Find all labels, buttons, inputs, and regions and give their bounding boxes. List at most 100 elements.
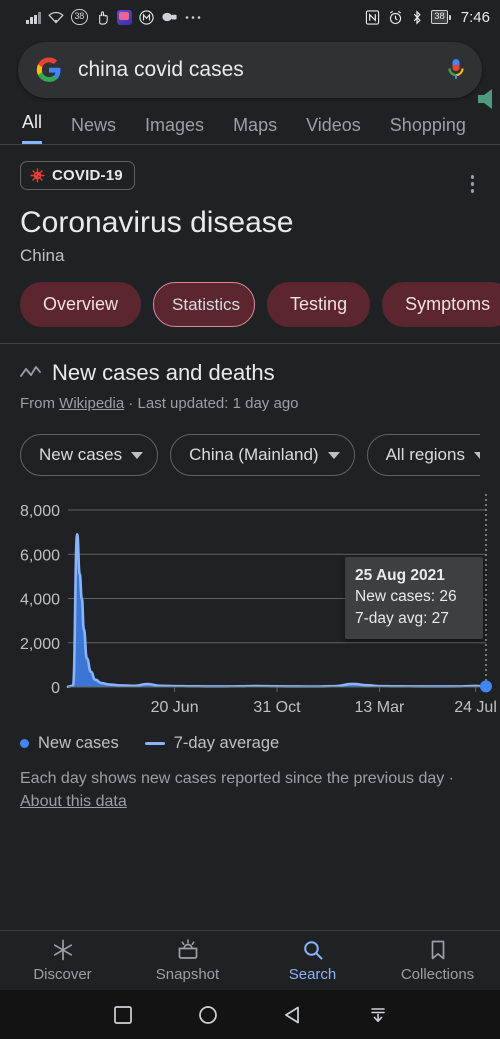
source-link-wikipedia[interactable]: Wikipedia: [59, 395, 124, 412]
knowledge-panel-header: COVID-19 Coronavirus disease China: [0, 145, 500, 266]
source-prefix: From: [20, 395, 60, 412]
chart-source-line: From Wikipedia · Last updated: 1 day ago: [20, 395, 480, 412]
tooltip-new-cases: New cases: 26: [355, 588, 457, 606]
chart-filter-row: New cases China (Mainland) All regions: [20, 434, 480, 476]
nav-collections[interactable]: Collections: [375, 938, 500, 983]
legend-label-seven-day-average: 7-day average: [173, 734, 280, 752]
nav-search-label: Search: [288, 966, 337, 983]
alarm-icon: [388, 10, 403, 25]
search-bar[interactable]: china covid cases: [18, 42, 482, 98]
tooltip-date: 25 Aug 2021: [355, 567, 445, 584]
chart-footnote: Each day shows new cases reported since …: [0, 753, 500, 813]
chart-tooltip: 25 Aug 2021 New cases: 26 7-day avg: 27: [345, 557, 483, 640]
tab-maps[interactable]: Maps: [233, 115, 277, 144]
nfc-icon: [365, 9, 380, 25]
chart-card: New cases and deaths From Wikipedia · La…: [0, 344, 500, 476]
covid-badge-label: COVID-19: [52, 167, 123, 184]
svg-text:4,000: 4,000: [20, 592, 60, 609]
svg-text:20 Jun: 20 Jun: [151, 699, 199, 716]
volume-speaker-icon: [476, 86, 498, 112]
nav-snapshot[interactable]: Snapshot: [125, 938, 250, 983]
svg-text:31 Oct: 31 Oct: [253, 699, 301, 716]
tab-videos[interactable]: Videos: [306, 115, 361, 144]
search-input[interactable]: china covid cases: [78, 58, 446, 82]
select-region[interactable]: All regions: [366, 434, 480, 476]
chip-overview[interactable]: Overview: [20, 282, 142, 327]
search-magnifier-icon: [301, 938, 325, 962]
nav-search[interactable]: Search: [250, 938, 375, 983]
chip-testing[interactable]: Testing: [267, 282, 371, 327]
last-updated-text: · Last updated: 1 day ago: [124, 395, 299, 412]
nav-collections-label: Collections: [400, 966, 475, 983]
status-bar-clock: 7:46: [460, 8, 490, 26]
legend-dot-icon: [20, 739, 29, 748]
snapshot-icon: [176, 938, 200, 962]
status-bar-left-icons: 38: [26, 9, 365, 25]
svg-text:0: 0: [51, 680, 60, 697]
phone-screen: 38 38 7:46 china covid cases All News Im…: [0, 0, 500, 1039]
select-country-label: China (Mainland): [189, 445, 319, 464]
more-icon: [185, 15, 201, 20]
trendline-icon: [20, 365, 42, 381]
svg-text:24 Jul: 24 Jul: [454, 699, 497, 716]
tooltip-seven-day-avg: 7-day avg: 27: [355, 609, 449, 627]
page-title: Coronavirus disease: [20, 206, 294, 239]
tab-shopping[interactable]: Shopping: [390, 115, 466, 144]
home-button[interactable]: [188, 995, 228, 1035]
chevron-down-icon: [473, 451, 480, 459]
virus-icon: [30, 168, 45, 183]
page-subtitle: China: [20, 246, 65, 265]
legend-item-new-cases: New cases: [20, 734, 119, 753]
nav-discover-label: Discover: [33, 966, 92, 983]
bottom-navigation: Discover Snapshot Search Collections: [0, 930, 500, 990]
nav-discover[interactable]: Discover: [0, 938, 125, 983]
data-usage-badge: 38: [70, 9, 88, 25]
svg-text:6,000: 6,000: [20, 547, 60, 564]
status-bar-right-icons: 38 7:46: [365, 9, 490, 26]
bookmark-icon: [426, 938, 450, 962]
chevron-down-icon: [327, 451, 340, 459]
tab-all[interactable]: All: [22, 112, 43, 144]
chart-legend: New cases 7-day average: [0, 722, 500, 753]
select-country[interactable]: China (Mainland): [170, 434, 355, 476]
tab-news[interactable]: News: [71, 115, 116, 144]
select-metric[interactable]: New cases: [20, 434, 159, 476]
wifi-icon: [47, 11, 64, 24]
discover-asterisk-icon: [51, 938, 75, 962]
bluetooth-icon: [411, 9, 423, 25]
recents-button[interactable]: [103, 995, 143, 1035]
select-metric-label: New cases: [39, 445, 123, 464]
chart-card-header: New cases and deaths: [20, 360, 480, 386]
signal-icon: [26, 11, 41, 24]
legend-line-icon: [144, 742, 165, 745]
kebab-menu-icon[interactable]: [467, 171, 479, 197]
hide-keyboard-button[interactable]: [358, 995, 398, 1035]
chevron-down-icon: [131, 451, 144, 459]
search-bar-container: china covid cases: [0, 34, 500, 109]
chip-statistics[interactable]: Statistics: [153, 282, 256, 327]
nav-snapshot-label: Snapshot: [155, 966, 220, 983]
system-navigation-bar: [0, 990, 500, 1039]
search-tabs: All News Images Maps Videos Shopping: [0, 98, 500, 144]
status-bar: 38 38 7:46: [0, 0, 500, 34]
back-button[interactable]: [273, 995, 313, 1035]
google-logo-icon: [36, 57, 62, 83]
legend-item-seven-day-average: 7-day average: [144, 734, 280, 753]
battery-level: 38: [431, 10, 448, 24]
about-this-data-link[interactable]: About this data: [20, 793, 127, 810]
m-circle-icon: [139, 9, 154, 25]
covid-badge: COVID-19: [20, 161, 135, 190]
hand-icon: [95, 10, 110, 25]
chip-symptoms[interactable]: Symptoms: [382, 282, 500, 327]
tab-images[interactable]: Images: [145, 115, 204, 144]
topic-chip-row: Overview Statistics Testing Symptoms: [0, 266, 500, 343]
select-region-label: All regions: [385, 445, 465, 464]
svg-text:13 Mar: 13 Mar: [355, 699, 405, 716]
app-pink-icon: [116, 9, 132, 25]
microphone-icon[interactable]: [446, 56, 466, 84]
svg-text:2,000: 2,000: [20, 636, 60, 653]
svg-text:8,000: 8,000: [20, 503, 60, 520]
battery-icon: 38: [431, 10, 451, 24]
legend-label-new-cases: New cases: [38, 734, 119, 752]
mask-icon: [161, 11, 178, 23]
